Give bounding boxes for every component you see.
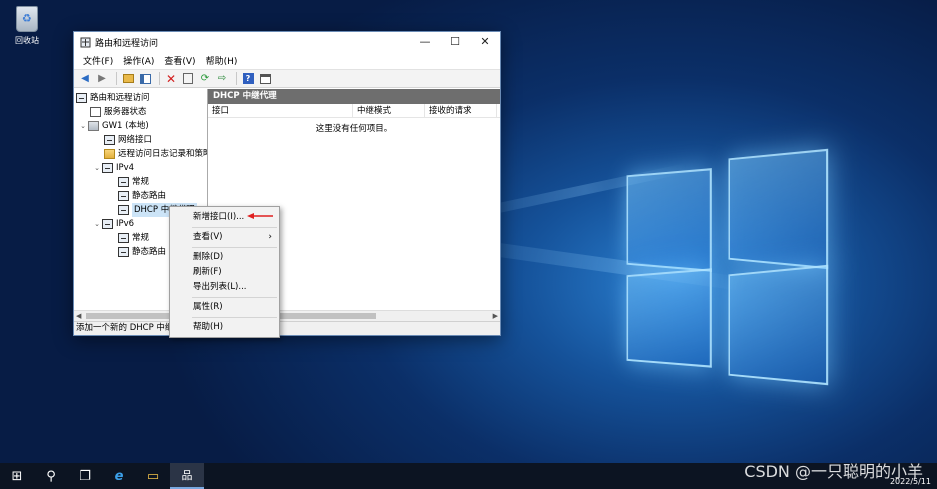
- menu-item-help[interactable]: 帮助(H): [170, 320, 279, 335]
- show-hide-tree-icon[interactable]: [138, 72, 152, 86]
- empty-list-message: 这里没有任何项目。: [315, 124, 393, 134]
- recycle-bin-icon: [16, 6, 38, 32]
- help-icon[interactable]: ?: [241, 72, 255, 86]
- status-bar: 添加一个新的 DHCP 中继: [74, 321, 500, 335]
- menu-file[interactable]: 文件(F): [78, 54, 118, 67]
- console-icon[interactable]: [258, 72, 272, 86]
- tree-item-routing-root[interactable]: 路由和远程访问: [74, 91, 207, 105]
- menu-help[interactable]: 帮助(H): [201, 54, 243, 67]
- menu-separator: [192, 297, 277, 298]
- tree-item-ipv4-static-routes[interactable]: 静态路由: [74, 189, 207, 203]
- router-icon: [118, 205, 129, 215]
- menu-separator: [192, 227, 277, 228]
- tree-item-label: 常规: [132, 233, 150, 243]
- context-menu: 新增接口(I)... 查看(V) › 删除(D) 刷新(F) 导出列表(L)..…: [169, 206, 280, 338]
- tree-item-label: 网络接口: [118, 135, 153, 145]
- tree-item-label: 服务器状态: [104, 107, 147, 117]
- menu-item-refresh[interactable]: 刷新(F): [170, 265, 279, 280]
- watermark: CSDN @一只聪明的小羊: [744, 462, 923, 481]
- tree-item-label: 静态路由: [132, 247, 167, 257]
- submenu-arrow-icon: ›: [268, 232, 272, 242]
- list-icon: [90, 107, 101, 117]
- menu-separator: [192, 247, 277, 248]
- chevron-down-icon[interactable]: ⌄: [92, 217, 102, 231]
- router-icon: [102, 219, 113, 229]
- menu-item-export-list[interactable]: 导出列表(L)...: [170, 280, 279, 295]
- menu-view[interactable]: 查看(V): [159, 54, 200, 67]
- chevron-down-icon[interactable]: ⌄: [78, 119, 88, 133]
- search-icon[interactable]: ⚲: [34, 463, 68, 489]
- up-folder-icon[interactable]: [121, 72, 135, 86]
- minimize-button[interactable]: —: [410, 32, 440, 52]
- tree-item-ipv4[interactable]: ⌄ IPv4: [74, 161, 207, 175]
- routing-app-icon: [80, 37, 91, 47]
- refresh-icon[interactable]: ⟳: [198, 72, 212, 86]
- router-icon: [118, 191, 129, 201]
- maximize-button[interactable]: ☐: [440, 32, 470, 52]
- menu-item-delete[interactable]: 删除(D): [170, 250, 279, 265]
- tree-item-label: 常规: [132, 177, 150, 187]
- tree-item-label: IPv6: [116, 219, 135, 229]
- recycle-bin-desktop-icon[interactable]: 回收站: [8, 6, 46, 46]
- title-bar[interactable]: 路由和远程访问 — ☐ ✕: [74, 32, 500, 52]
- menu-action[interactable]: 操作(A): [118, 54, 159, 67]
- server-icon: [88, 121, 99, 131]
- tree-item-network-interfaces[interactable]: 网络接口: [74, 133, 207, 147]
- tree-item-remote-access-logging[interactable]: 远程访问日志记录和策略: [74, 147, 207, 161]
- chevron-down-icon[interactable]: ⌄: [92, 161, 102, 175]
- router-icon: [76, 93, 87, 103]
- detail-header: DHCP 中继代理: [208, 89, 500, 104]
- routing-remote-access-window: 路由和远程访问 — ☐ ✕ 文件(F) 操作(A) 查看(V) 帮助(H) ◀ …: [73, 31, 501, 336]
- back-icon[interactable]: ◀: [78, 72, 92, 86]
- horizontal-scrollbar[interactable]: ◀ ▶: [74, 310, 500, 321]
- toolbar: ◀ ▶ ✕ ⟳ ⇨ ?: [74, 69, 500, 88]
- delete-icon[interactable]: ✕: [164, 72, 178, 86]
- menu-item-label: 查看(V): [193, 232, 223, 242]
- tree-item-label: 路由和远程访问: [90, 93, 150, 103]
- properties-icon[interactable]: [181, 72, 195, 86]
- router-icon: [118, 177, 129, 187]
- column-headers: 接口 中继模式 接收的请求: [208, 104, 500, 118]
- tree-item-label: GW1 (本地): [102, 121, 149, 131]
- column-header-relay-mode[interactable]: 中继模式: [353, 104, 425, 117]
- menu-bar: 文件(F) 操作(A) 查看(V) 帮助(H): [74, 52, 500, 69]
- task-view-icon[interactable]: ❐: [68, 463, 102, 489]
- file-explorer-icon[interactable]: ▭: [136, 463, 170, 489]
- menu-separator: [192, 317, 277, 318]
- toolbar-separator: [159, 72, 160, 85]
- router-icon: [118, 247, 129, 257]
- annotation-arrow-icon: [247, 213, 273, 219]
- internet-explorer-icon[interactable]: e: [102, 463, 136, 489]
- menu-item-view[interactable]: 查看(V) ›: [170, 230, 279, 245]
- tree-item-ipv4-general[interactable]: 常规: [74, 175, 207, 189]
- router-icon: [104, 135, 115, 145]
- recycle-bin-label: 回收站: [15, 36, 39, 45]
- tree-item-label: 远程访问日志记录和策略: [118, 149, 208, 159]
- menu-item-properties[interactable]: 属性(R): [170, 300, 279, 315]
- router-icon: [118, 233, 129, 243]
- windows-start-icon[interactable]: ⊞: [0, 463, 34, 489]
- toolbar-separator: [116, 72, 117, 85]
- tree-item-gw1[interactable]: ⌄ GW1 (本地): [74, 119, 207, 133]
- toolbar-separator: [236, 72, 237, 85]
- window-title: 路由和远程访问: [95, 38, 159, 49]
- forward-icon[interactable]: ▶: [95, 72, 109, 86]
- column-header-interface[interactable]: 接口: [208, 104, 353, 117]
- tree-item-label: IPv4: [116, 163, 135, 173]
- console-content: 路由和远程访问 服务器状态 ⌄ GW1 (本地) 网络接口 远程访问日志记录和策…: [74, 89, 500, 321]
- close-button[interactable]: ✕: [470, 32, 500, 52]
- column-header-requests-received[interactable]: 接收的请求: [425, 104, 497, 117]
- tree-item-label: 静态路由: [132, 191, 167, 201]
- router-icon: [102, 163, 113, 173]
- tree-item-server-status[interactable]: 服务器状态: [74, 105, 207, 119]
- folder-icon: [104, 149, 115, 159]
- export-icon[interactable]: ⇨: [215, 72, 229, 86]
- routing-remote-access-icon[interactable]: 品: [170, 463, 204, 489]
